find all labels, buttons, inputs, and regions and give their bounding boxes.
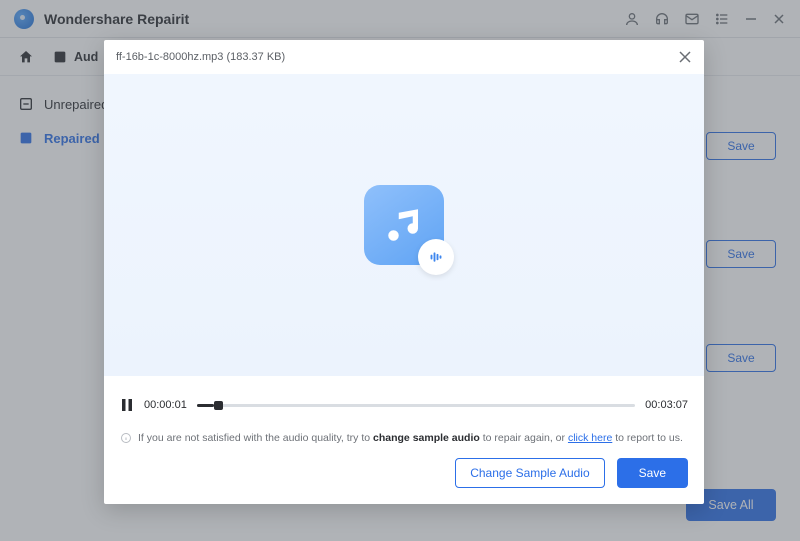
preview-modal: ff-16b-1c-8000hz.mp3 (183.37 KB) 00:00:0…	[104, 40, 704, 504]
note-text-post: to report to us.	[612, 432, 683, 444]
note-text-mid: to repair again, or	[480, 432, 568, 444]
total-time: 00:03:07	[645, 399, 688, 411]
note-text-pre: If you are not satisfied with the audio …	[138, 432, 373, 444]
modal-actions: Change Sample Audio Save	[104, 444, 704, 504]
waveform-icon	[418, 239, 454, 275]
audio-player: 00:00:01 00:03:07	[104, 376, 704, 426]
seek-fill	[197, 404, 215, 407]
current-time: 00:00:01	[144, 399, 187, 411]
report-link[interactable]: click here	[568, 432, 612, 444]
modal-save-button[interactable]: Save	[617, 458, 688, 488]
close-icon[interactable]	[678, 50, 692, 64]
music-note-icon	[364, 185, 444, 265]
info-icon	[120, 432, 132, 444]
modal-header: ff-16b-1c-8000hz.mp3 (183.37 KB)	[104, 40, 704, 74]
seek-thumb[interactable]	[214, 401, 223, 410]
pause-button[interactable]	[120, 398, 134, 412]
quality-note: If you are not satisfied with the audio …	[104, 426, 704, 444]
modal-filename: ff-16b-1c-8000hz.mp3 (183.37 KB)	[116, 51, 285, 63]
change-sample-button[interactable]: Change Sample Audio	[455, 458, 604, 488]
seek-track[interactable]	[197, 404, 635, 407]
preview-area	[104, 74, 704, 376]
note-text-bold: change sample audio	[373, 432, 480, 444]
